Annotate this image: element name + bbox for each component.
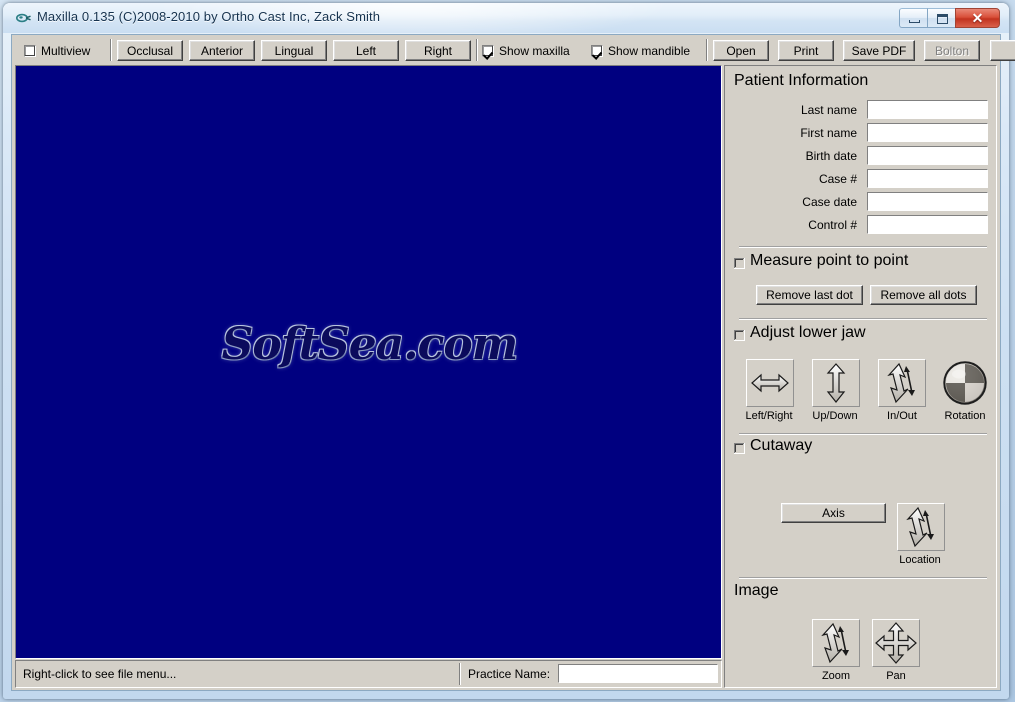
side-panel: Patient Information Last name First name…: [724, 65, 997, 688]
close-icon: ✕: [971, 10, 984, 26]
toolbar-separator-2: [476, 39, 478, 61]
minimize-button[interactable]: [899, 8, 928, 28]
last-name-label: Last name: [800, 103, 857, 117]
measure-checkbox-box: [734, 258, 745, 269]
close-button[interactable]: ✕: [955, 8, 1000, 28]
window-titlebar[interactable]: Maxilla 0.135 (C)2008-2010 by Ortho Cast…: [3, 3, 1009, 33]
client-area: Multiview Occlusal Anterior Lingual Left…: [11, 34, 1015, 691]
left-right-arrow-icon: [751, 373, 789, 393]
minimize-icon: [909, 20, 920, 23]
cutaway-checkbox-box: [734, 443, 745, 454]
first-name-label: First name: [800, 126, 857, 140]
rotation-sphere-icon-button[interactable]: [942, 360, 988, 406]
maximize-icon: [937, 14, 948, 24]
cutaway-label: Cutaway: [750, 437, 813, 454]
model-viewport[interactable]: SoftSea.com: [15, 65, 722, 659]
show-maxilla-label: Show maxilla: [499, 44, 570, 58]
four-way-arrow-icon: [875, 622, 917, 664]
in-out-arrow-icon-button[interactable]: [878, 359, 926, 407]
open-button[interactable]: Open: [713, 40, 769, 61]
first-name-input[interactable]: [867, 123, 988, 142]
birth-date-label: Birth date: [805, 149, 857, 163]
view-right-button[interactable]: Right: [405, 40, 471, 61]
case-date-label: Case date: [802, 195, 857, 209]
status-bar: Right-click to see file menu... Practice…: [15, 660, 722, 688]
adjust-jaw-group-divider: [739, 318, 987, 320]
show-maxilla-checkbox-box: [482, 45, 494, 57]
image-pan-caption: Pan: [886, 670, 906, 682]
remove-all-dots-button[interactable]: Remove all dots: [870, 285, 977, 305]
remove-last-dot-button[interactable]: Remove last dot: [756, 285, 863, 305]
rotation-caption: Rotation: [944, 410, 986, 422]
status-hint: Right-click to see file menu...: [23, 667, 177, 681]
toolbar-separator-3: [706, 39, 708, 61]
application-window: Maxilla 0.135 (C)2008-2010 by Ortho Cast…: [3, 3, 1015, 699]
case-number-input[interactable]: [867, 169, 988, 188]
main-toolbar: Multiview Occlusal Anterior Lingual Left…: [12, 35, 1015, 65]
bolton-button: Bolton: [924, 40, 980, 61]
birth-date-input[interactable]: [867, 146, 988, 165]
in-out-arrow-icon: [887, 362, 915, 404]
cutaway-axis-button[interactable]: Axis: [781, 503, 886, 523]
case-date-input[interactable]: [867, 192, 988, 211]
last-name-input[interactable]: [867, 100, 988, 119]
toolbar-separator-1: [110, 39, 112, 61]
up-down-arrow-icon: [826, 363, 846, 403]
cutaway-location-caption: Location: [899, 554, 941, 566]
up-down-arrow-icon-button[interactable]: [812, 359, 860, 407]
maxilla-app-icon: [15, 11, 31, 25]
show-mandible-checkbox-box: [591, 45, 603, 57]
multiview-label: Multiview: [41, 44, 91, 58]
in-out-caption: In/Out: [887, 410, 917, 422]
practice-name-label: Practice Name:: [468, 667, 551, 681]
overflow-button[interactable]: [990, 40, 1015, 61]
multiview-checkbox-box: [24, 45, 36, 57]
cutaway-group-divider: [739, 433, 987, 435]
in-out-arrow-icon: [821, 622, 849, 664]
measure-group-divider: [739, 246, 987, 248]
view-left-button[interactable]: Left: [333, 40, 399, 61]
up-down-caption: Up/Down: [812, 410, 858, 422]
image-group-divider: [739, 577, 987, 579]
patient-information-title: Patient Information: [734, 72, 869, 89]
status-separator: [459, 663, 461, 685]
image-pan-icon-button[interactable]: [872, 619, 920, 667]
control-number-input[interactable]: [867, 215, 988, 234]
maximize-button[interactable]: [927, 8, 956, 28]
adjust-jaw-checkbox-box: [734, 330, 745, 341]
left-right-arrow-icon-button[interactable]: [746, 359, 794, 407]
practice-name-input[interactable]: [558, 664, 718, 683]
window-title: Maxilla 0.135 (C)2008-2010 by Ortho Cast…: [37, 9, 381, 24]
image-section-title: Image: [734, 582, 779, 599]
in-out-arrow-icon: [906, 506, 934, 548]
save-pdf-button[interactable]: Save PDF: [843, 40, 915, 61]
cutaway-location-icon-button[interactable]: [897, 503, 945, 551]
view-anterior-button[interactable]: Anterior: [189, 40, 255, 61]
softsea-watermark: SoftSea.com: [221, 319, 519, 370]
view-occlusal-button[interactable]: Occlusal: [117, 40, 183, 61]
measure-label: Measure point to point: [750, 252, 909, 269]
image-zoom-icon-button[interactable]: [812, 619, 860, 667]
left-right-caption: Left/Right: [745, 410, 793, 422]
show-mandible-label: Show mandible: [608, 44, 691, 58]
print-button[interactable]: Print: [778, 40, 834, 61]
view-lingual-button[interactable]: Lingual: [261, 40, 327, 61]
case-number-label: Case #: [818, 172, 857, 186]
control-number-label: Control #: [808, 218, 857, 232]
adjust-jaw-label: Adjust lower jaw: [750, 324, 866, 341]
rotation-sphere-icon: [943, 361, 987, 405]
